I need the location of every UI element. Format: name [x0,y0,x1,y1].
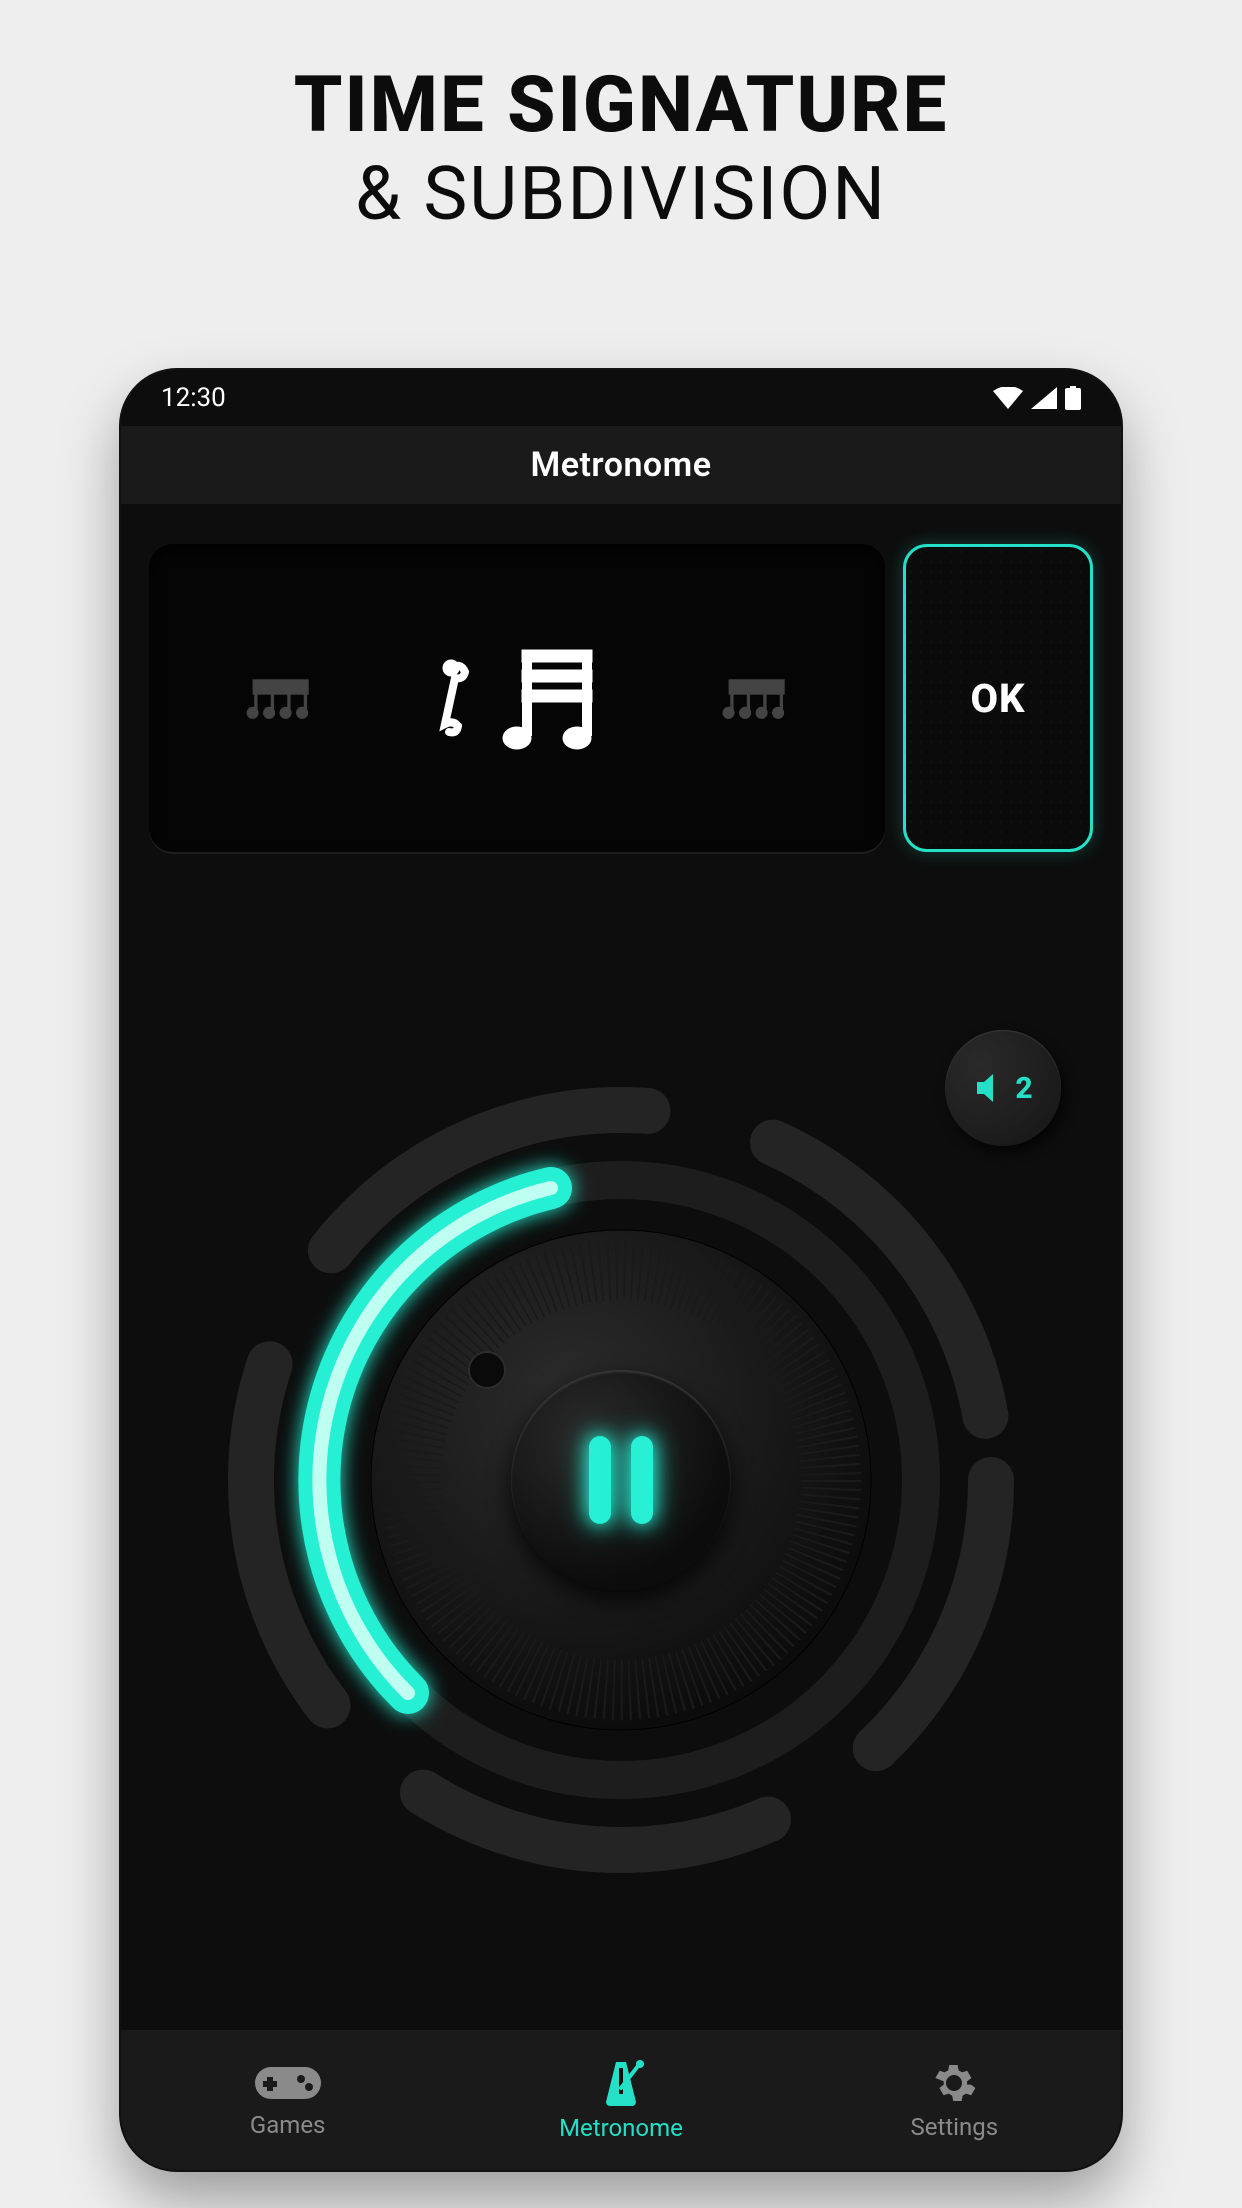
headline-line2: & SUBDIVISION [0,151,1242,238]
ok-button-label: OK [970,675,1025,722]
battery-icon [1065,386,1081,410]
play-pause-button[interactable] [511,1370,731,1590]
swing-sixteenth-icon [417,628,617,768]
page-title: Metronome [530,445,711,485]
cellular-icon [1031,387,1057,409]
wifi-icon [993,387,1023,409]
sixteenth-group-icon [246,673,312,723]
nav-games[interactable]: Games [121,2030,454,2170]
subdivision-option-next[interactable] [722,673,788,723]
marketing-headline: TIME SIGNATURE & SUBDIVISION [0,0,1242,238]
headline-line1: TIME SIGNATURE [0,60,1242,151]
subdivision-scroll[interactable] [149,544,885,852]
nav-metronome[interactable]: Metronome [454,2030,787,2170]
app-header: Metronome [121,426,1121,504]
status-icons [993,386,1081,410]
nav-settings[interactable]: Settings [788,2030,1121,2170]
phone-frame: 12:30 Metronome [121,370,1121,2170]
nav-label: Games [250,2111,326,2139]
nav-label: Metronome [559,2114,683,2142]
status-time: 12:30 [161,383,226,413]
gamepad-icon [253,2061,323,2105]
status-bar: 12:30 [121,370,1121,426]
nav-label: Settings [911,2113,999,2141]
gear-icon [930,2059,978,2107]
pause-icon [589,1436,653,1524]
subdivision-picker: OK [149,544,1093,852]
metronome-icon [596,2058,646,2108]
sixteenth-group-icon [722,673,788,723]
subdivision-option-selected[interactable] [417,628,617,768]
bottom-nav: Games Metronome Settings [121,2030,1121,2170]
ok-button[interactable]: OK [903,544,1093,852]
tempo-dial[interactable] [211,1070,1031,1890]
subdivision-option-prev[interactable] [246,673,312,723]
